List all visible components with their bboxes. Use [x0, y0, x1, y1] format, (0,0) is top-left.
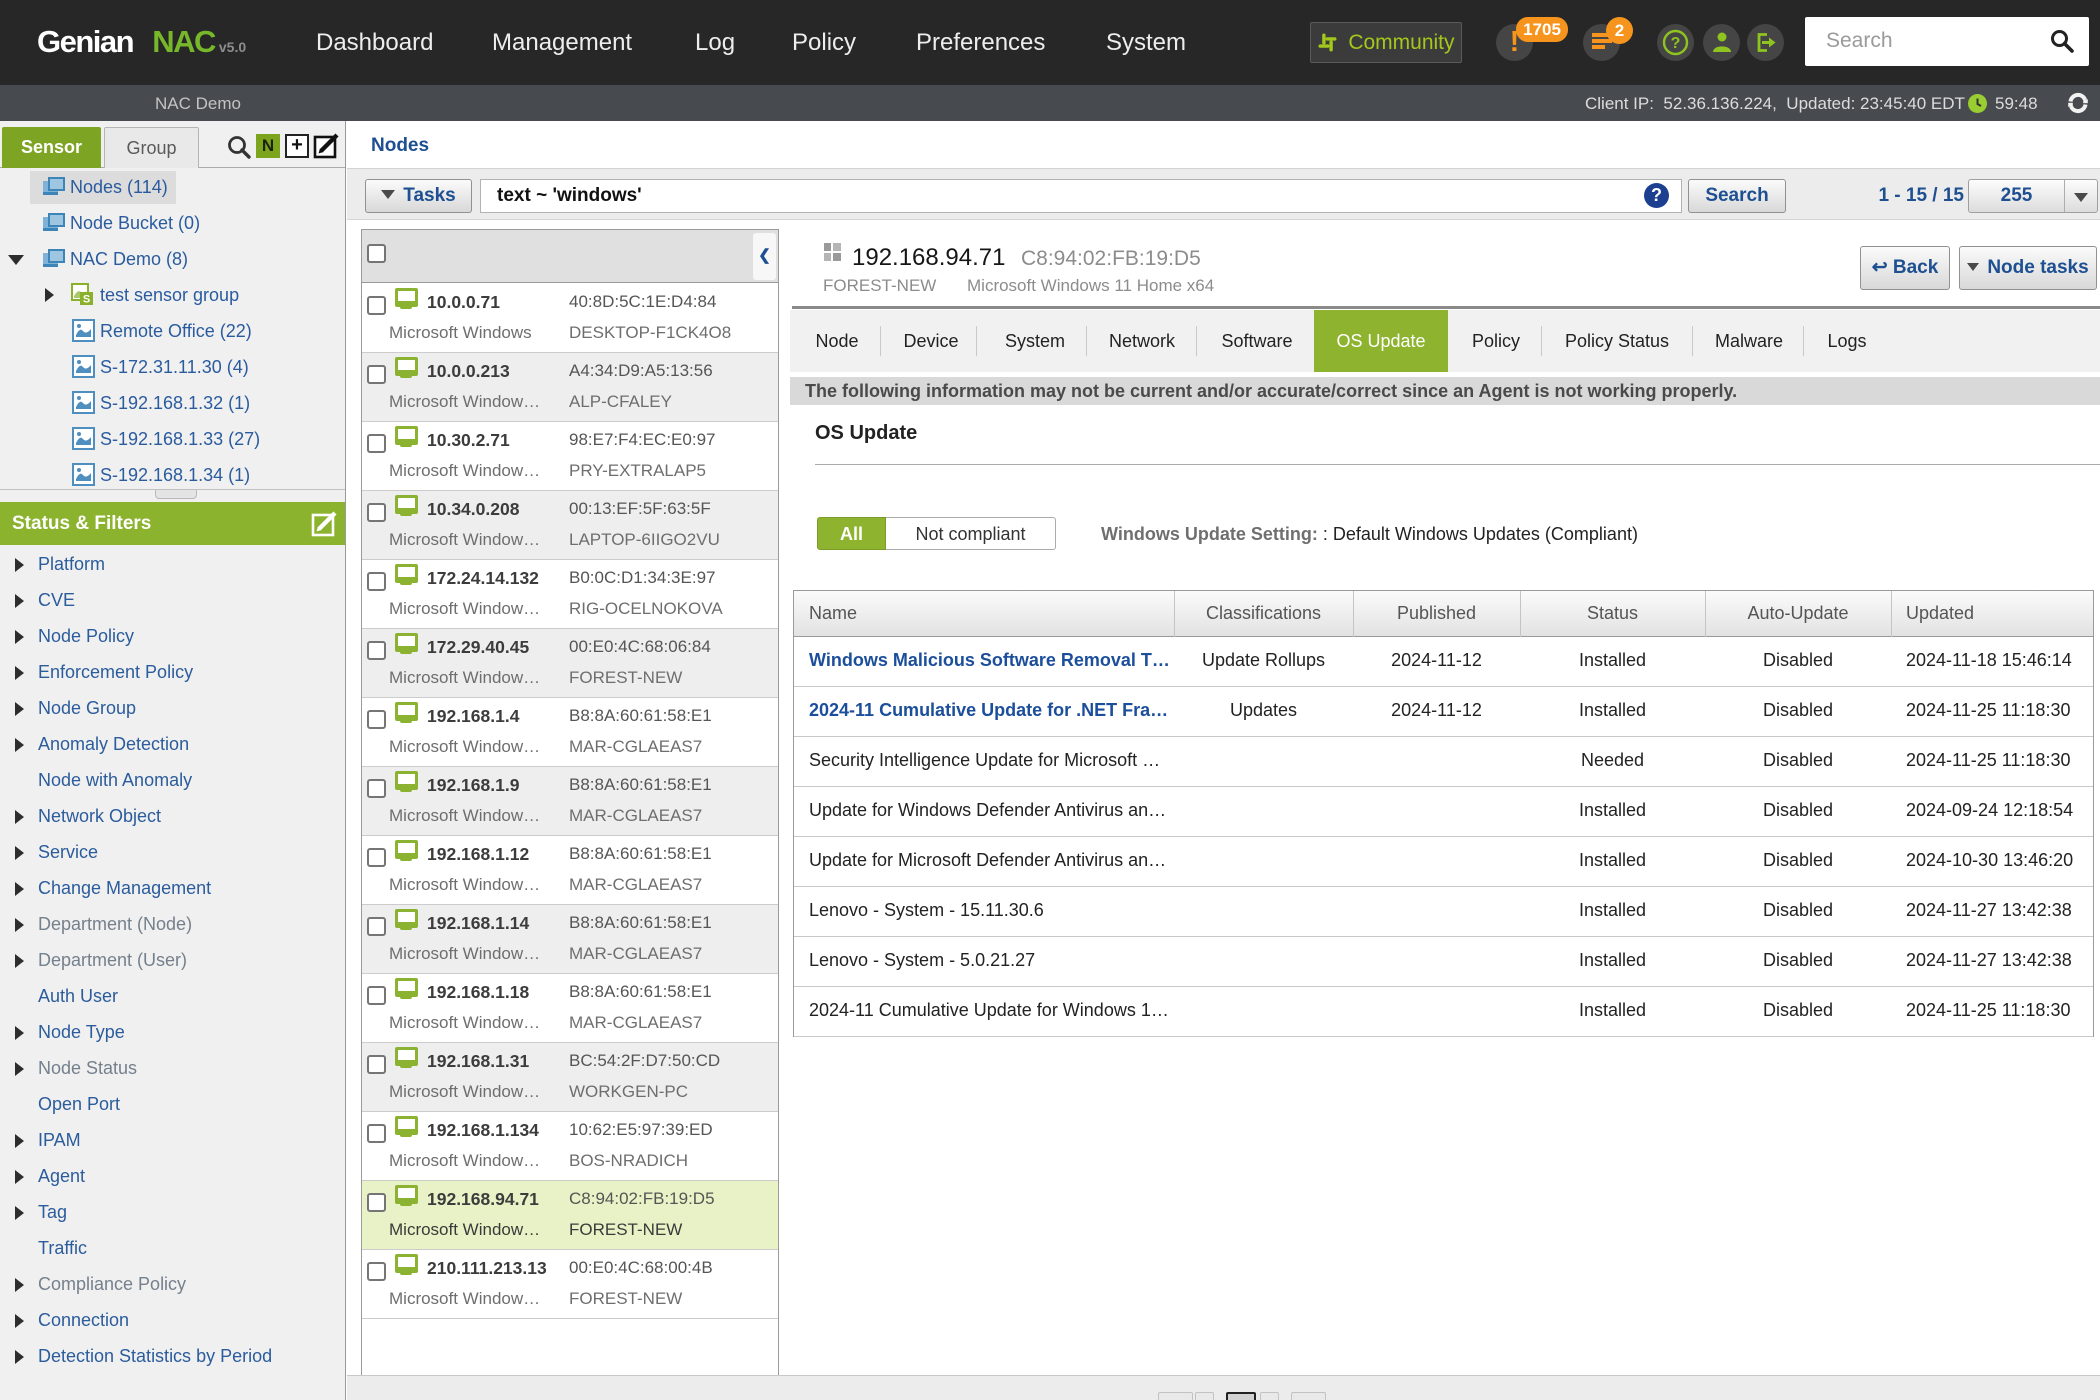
svg-text:?: ? — [1671, 35, 1681, 52]
svg-text:S: S — [83, 294, 90, 306]
